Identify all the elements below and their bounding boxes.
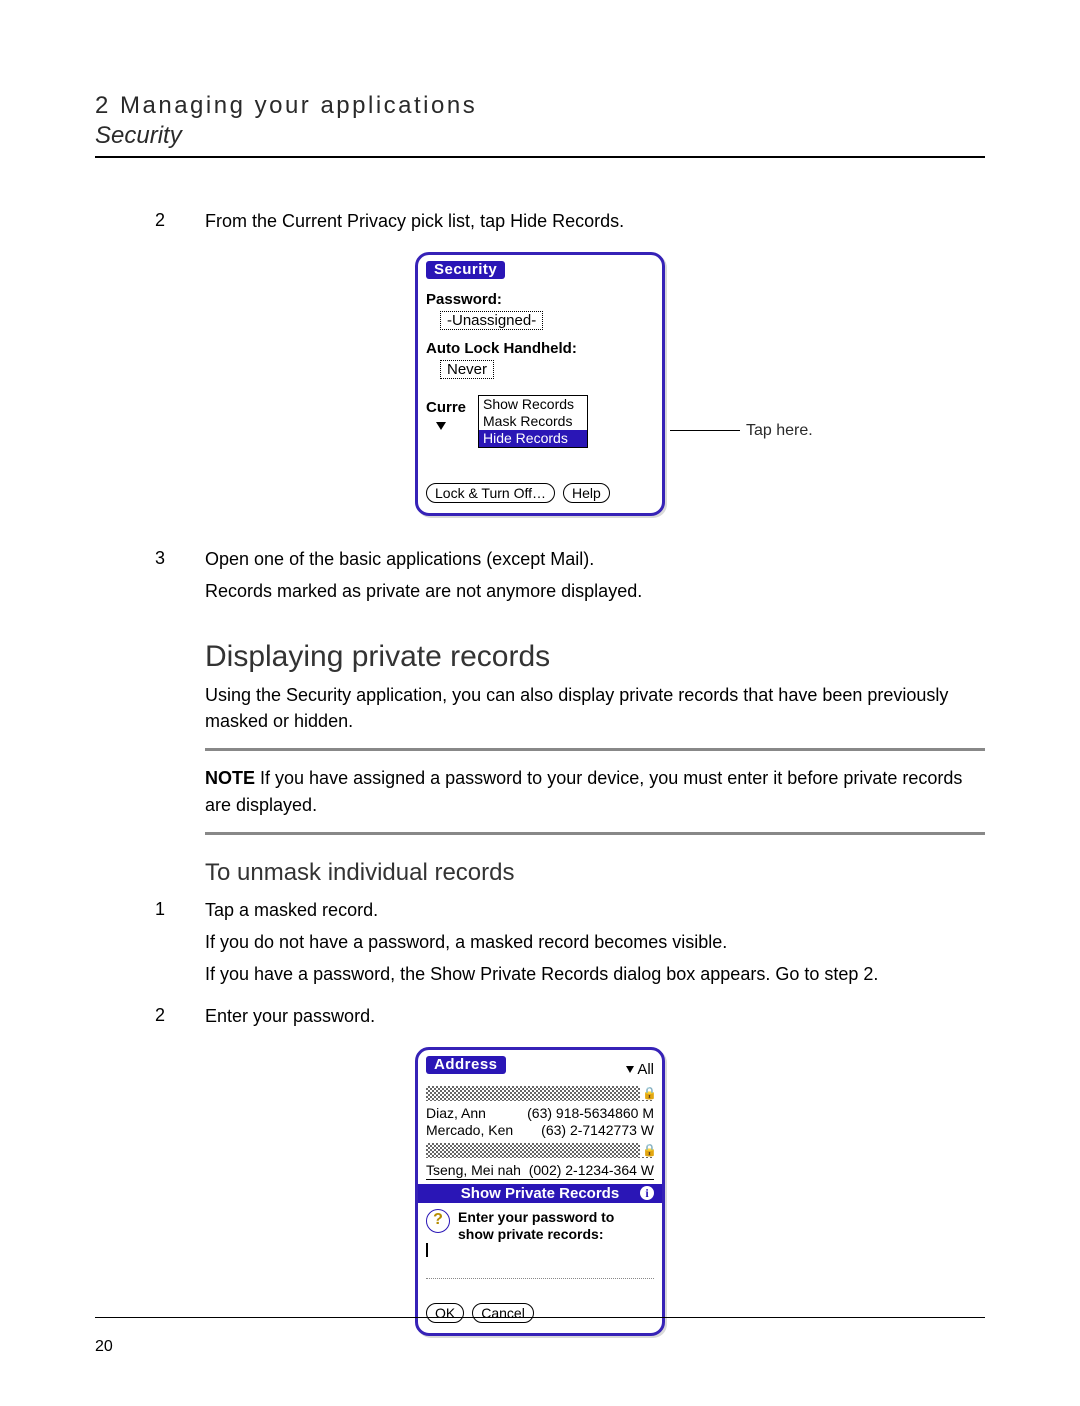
password-input[interactable] xyxy=(426,1243,654,1279)
page-number: 20 xyxy=(95,1338,113,1356)
note-text: If you have assigned a password to your … xyxy=(205,768,962,814)
figure-address-app: Address All 🔒 Diaz, Ann (63) 918-5634860… xyxy=(95,1047,985,1336)
step-number: 1 xyxy=(95,897,205,993)
info-icon[interactable]: i xyxy=(640,1186,654,1200)
step-text: If you have a password, the Show Private… xyxy=(205,961,985,987)
unmask-step-2: 2 Enter your password. xyxy=(95,1003,985,1035)
callout-tap-here: Tap here. xyxy=(670,422,813,440)
dialog-title: Show Private Records i xyxy=(418,1184,662,1203)
step-text: Tap a masked record. xyxy=(205,897,985,923)
contact-name: Mercado, Ken xyxy=(426,1122,513,1139)
category-picker[interactable]: All xyxy=(626,1061,654,1078)
privacy-popup[interactable]: Show Records Mask Records Hide Records xyxy=(478,395,588,448)
step-number: 3 xyxy=(95,546,205,610)
header-rule xyxy=(95,156,985,158)
question-icon: ? xyxy=(426,1209,450,1233)
prompt-text: Enter your password to show private reco… xyxy=(458,1209,654,1243)
section-heading: Security xyxy=(95,122,985,150)
category-label: All xyxy=(637,1061,654,1078)
password-value[interactable]: -Unassigned- xyxy=(440,311,543,330)
dialog-title-text: Show Private Records xyxy=(461,1185,619,1202)
lock-icon: 🔒 xyxy=(640,1143,657,1157)
address-row[interactable]: Tseng, Mei nah (002) 2-1234-364 W xyxy=(426,1162,654,1180)
page: 2 Managing your applications Security 2 … xyxy=(0,0,1080,1406)
contact-name: Tseng, Mei nah xyxy=(426,1162,521,1179)
masked-record[interactable]: 🔒 xyxy=(426,1086,654,1101)
chevron-down-icon xyxy=(436,422,446,430)
paragraph: Using the Security application, you can … xyxy=(205,682,985,734)
step-number: 2 xyxy=(95,1003,205,1035)
cancel-button[interactable]: Cancel xyxy=(472,1303,534,1323)
step-text: Records marked as private are not anymor… xyxy=(205,578,985,604)
window-title: Address xyxy=(426,1056,506,1074)
step-3: 3 Open one of the basic applications (ex… xyxy=(95,546,985,610)
step-text: Enter your password. xyxy=(205,1003,985,1029)
contact-phone: (002) 2-1234-364 W xyxy=(529,1162,654,1179)
option-hide-records[interactable]: Hide Records xyxy=(479,430,587,447)
callout-line xyxy=(670,430,740,431)
autolock-label: Auto Lock Handheld: xyxy=(426,340,654,357)
note-label: NOTE xyxy=(205,768,255,788)
heading-displaying-private: Displaying private records xyxy=(205,640,985,674)
autolock-value[interactable]: Never xyxy=(440,360,494,379)
current-privacy-picklist[interactable]: Curre Show Records Mask Records Hide Rec… xyxy=(426,399,654,435)
address-row[interactable]: Mercado, Ken (63) 2-7142773 W xyxy=(426,1122,654,1139)
option-show-records[interactable]: Show Records xyxy=(479,396,587,413)
lock-turn-off-button[interactable]: Lock & Turn Off… xyxy=(426,483,555,503)
note: NOTE If you have assigned a password to … xyxy=(205,765,985,817)
option-mask-records[interactable]: Mask Records xyxy=(479,413,587,430)
callout-text: Tap here. xyxy=(746,422,813,439)
dialog-prompt: ? Enter your password to show private re… xyxy=(426,1209,654,1243)
heading-unmask-individual: To unmask individual records xyxy=(205,859,985,887)
contact-name: Diaz, Ann xyxy=(426,1105,486,1122)
note-rule-bottom xyxy=(205,832,985,835)
footer-rule xyxy=(95,1317,985,1318)
unmask-step-1: 1 Tap a masked record. If you do not hav… xyxy=(95,897,985,993)
lock-icon: 🔒 xyxy=(640,1086,657,1100)
palm-window-security: Security Password: -Unassigned- Auto Loc… xyxy=(415,252,665,516)
palm-window-address: Address All 🔒 Diaz, Ann (63) 918-5634860… xyxy=(415,1047,665,1336)
step-2: 2 From the Current Privacy pick list, ta… xyxy=(95,208,985,240)
contact-phone: (63) 2-7142773 W xyxy=(541,1122,654,1139)
contact-phone: (63) 918-5634860 M xyxy=(527,1105,654,1122)
chapter-heading: 2 Managing your applications xyxy=(95,92,985,120)
figure-security-app: Security Password: -Unassigned- Auto Loc… xyxy=(95,252,985,516)
window-title: Security xyxy=(426,261,505,279)
ok-button[interactable]: OK xyxy=(426,1303,464,1323)
chevron-down-icon xyxy=(626,1066,634,1073)
text-cursor xyxy=(426,1243,428,1257)
step-text: From the Current Privacy pick list, tap … xyxy=(205,208,985,234)
current-privacy-label: Curre xyxy=(426,399,466,416)
step-text: Open one of the basic applications (exce… xyxy=(205,546,985,572)
help-button[interactable]: Help xyxy=(563,483,610,503)
address-row[interactable]: Diaz, Ann (63) 918-5634860 M xyxy=(426,1105,654,1122)
masked-record[interactable]: 🔒 xyxy=(426,1143,654,1158)
step-text: If you do not have a password, a masked … xyxy=(205,929,985,955)
password-label: Password: xyxy=(426,291,654,308)
step-number: 2 xyxy=(95,208,205,240)
note-rule-top xyxy=(205,748,985,751)
